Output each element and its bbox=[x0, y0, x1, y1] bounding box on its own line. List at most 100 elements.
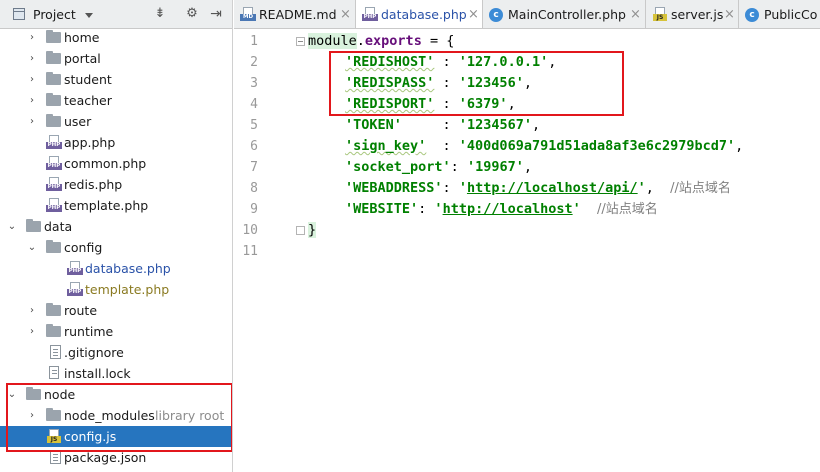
tab-maincontroller-php[interactable]: c MainController.php × bbox=[483, 0, 646, 28]
code-url-link[interactable]: http://localhost/api/ bbox=[467, 180, 638, 196]
tree-file-common-php[interactable]: PHP common.php bbox=[0, 153, 232, 174]
fold-marker-icon[interactable] bbox=[296, 37, 305, 46]
class-icon: c bbox=[489, 8, 503, 22]
code-token: ' bbox=[637, 180, 646, 196]
close-icon[interactable]: × bbox=[340, 0, 351, 28]
chevron-right-icon[interactable]: › bbox=[26, 405, 38, 426]
tab-readme-md[interactable]: MD README.md × bbox=[234, 0, 356, 28]
php-file-icon: PHP bbox=[362, 7, 378, 22]
code-token: 'REDISHOST' bbox=[345, 54, 435, 70]
fold-end-icon[interactable] bbox=[296, 226, 305, 235]
project-tool-window: Project ⇟ ⚙ ⇥ › home › portal › student … bbox=[0, 0, 233, 472]
code-token: : bbox=[426, 138, 459, 154]
tree-file-gitignore[interactable]: .gitignore bbox=[0, 342, 232, 363]
tree-item-label: app.php bbox=[64, 135, 116, 150]
chevron-down-icon[interactable]: ⌄ bbox=[6, 216, 18, 237]
tree-item-label: node_modules bbox=[64, 408, 155, 423]
library-root-tag: library root bbox=[155, 408, 225, 423]
chevron-right-icon[interactable]: › bbox=[26, 69, 38, 90]
code-token: '123456' bbox=[458, 75, 524, 91]
tree-file-redis-php[interactable]: PHP redis.php bbox=[0, 174, 232, 195]
code-token: 'socket_port' bbox=[345, 159, 451, 175]
tree-file-package-json[interactable]: package.json bbox=[0, 447, 232, 468]
code-token: '6379' bbox=[458, 96, 508, 112]
tree-folder-teacher[interactable]: › teacher bbox=[0, 90, 232, 111]
code-token: 'TOKEN' bbox=[345, 117, 402, 133]
code-token: , bbox=[523, 159, 532, 175]
close-icon[interactable]: × bbox=[724, 0, 735, 28]
code-token: 'WEBADDRESS' bbox=[345, 180, 443, 196]
tree-folder-route[interactable]: › route bbox=[0, 300, 232, 321]
code-editor[interactable]: module.exports = { 'REDISHOST' : '127.0.… bbox=[308, 30, 820, 472]
gear-icon[interactable]: ⚙ bbox=[183, 5, 201, 23]
tree-file-template-php[interactable]: PHP template.php bbox=[0, 195, 232, 216]
chevron-right-icon[interactable]: › bbox=[26, 321, 38, 342]
code-token: 'REDISPORT' bbox=[345, 96, 435, 112]
tree-file-config-template-php[interactable]: PHP template.php bbox=[0, 279, 232, 300]
tree-item-label: student bbox=[64, 72, 112, 87]
php-file-icon: PHP bbox=[67, 261, 83, 276]
project-view-selector[interactable]: Project bbox=[33, 7, 76, 22]
code-token: . bbox=[356, 33, 365, 49]
tab-publiccontroller[interactable]: c PublicCo bbox=[739, 0, 820, 28]
tab-label: database.php bbox=[381, 7, 467, 22]
chevron-right-icon[interactable]: › bbox=[26, 27, 38, 48]
collapse-all-icon[interactable]: ⇟ bbox=[151, 5, 169, 23]
tree-file-app-php[interactable]: PHP app.php bbox=[0, 132, 232, 153]
code-token: : bbox=[434, 75, 459, 91]
tab-server-js[interactable]: JS server.js × bbox=[646, 0, 739, 28]
text-file-icon bbox=[50, 345, 61, 359]
code-token: , bbox=[531, 117, 541, 133]
tree-folder-config[interactable]: ⌄ config bbox=[0, 237, 232, 258]
tree-folder-student[interactable]: › student bbox=[0, 69, 232, 90]
line-number: 10 bbox=[242, 223, 258, 238]
chevron-down-icon[interactable]: ⌄ bbox=[26, 237, 38, 258]
chevron-right-icon[interactable]: › bbox=[26, 111, 38, 132]
tree-item-label: common.php bbox=[64, 156, 147, 171]
hide-panel-icon[interactable]: ⇥ bbox=[207, 5, 225, 23]
code-token: '400d069a791d51ada8af3e6c2979bcd7' bbox=[458, 138, 736, 154]
php-file-icon: PHP bbox=[67, 282, 83, 297]
code-token: exports bbox=[364, 33, 422, 49]
code-token: ' bbox=[572, 201, 581, 217]
tree-file-database-php[interactable]: PHP database.php bbox=[0, 258, 232, 279]
code-token: } bbox=[308, 222, 317, 238]
tree-folder-node-modules[interactable]: › node_modules library root bbox=[0, 405, 232, 426]
line-number: 2 bbox=[250, 55, 258, 70]
close-icon[interactable]: × bbox=[468, 0, 479, 28]
tree-folder-runtime[interactable]: › runtime bbox=[0, 321, 232, 342]
tree-folder-data[interactable]: ⌄ data bbox=[0, 216, 232, 237]
code-token: ' bbox=[458, 180, 467, 196]
php-file-icon: PHP bbox=[46, 177, 62, 192]
tree-folder-portal[interactable]: › portal bbox=[0, 48, 232, 69]
tree-item-label: runtime bbox=[64, 324, 114, 339]
editor-tab-bar: MD README.md × PHP database.php × c Main… bbox=[234, 0, 820, 29]
chevron-right-icon[interactable]: › bbox=[26, 300, 38, 321]
tree-file-config-js[interactable]: JS config.js bbox=[0, 426, 232, 447]
chevron-right-icon[interactable]: › bbox=[26, 48, 38, 69]
project-view-icon bbox=[13, 8, 25, 20]
code-line-10: } bbox=[308, 220, 317, 241]
tree-folder-user[interactable]: › user bbox=[0, 111, 232, 132]
code-line-8: 'WEBADDRESS': 'http://localhost/api/', /… bbox=[345, 178, 731, 199]
tree-file-install-lock[interactable]: install.lock bbox=[0, 363, 232, 384]
folder-icon bbox=[46, 93, 61, 106]
code-token: , bbox=[645, 180, 671, 196]
tree-folder-node[interactable]: ⌄ node bbox=[0, 384, 232, 405]
tree-item-label: template.php bbox=[64, 198, 149, 213]
tree-folder-home[interactable]: › home bbox=[0, 27, 232, 48]
tree-item-label: config.js bbox=[64, 429, 117, 444]
editor-gutter: 1 2 3 4 5 6 7 8 9 10 11 bbox=[234, 30, 305, 472]
markdown-file-icon: MD bbox=[240, 7, 256, 22]
chevron-down-icon[interactable]: ⌄ bbox=[6, 384, 18, 405]
tab-database-php[interactable]: PHP database.php × bbox=[356, 0, 483, 28]
code-url-link[interactable]: http://localhost bbox=[443, 201, 573, 217]
code-line-9: 'WEBSITE': 'http://localhost' //站点域名 bbox=[345, 199, 658, 220]
tab-label: MainController.php bbox=[508, 7, 626, 22]
code-token: module bbox=[308, 33, 357, 49]
close-icon[interactable]: × bbox=[630, 0, 641, 28]
chevron-down-icon[interactable] bbox=[85, 13, 93, 18]
lock-file-icon bbox=[48, 366, 61, 380]
chevron-right-icon[interactable]: › bbox=[26, 90, 38, 111]
line-number: 5 bbox=[250, 118, 258, 133]
